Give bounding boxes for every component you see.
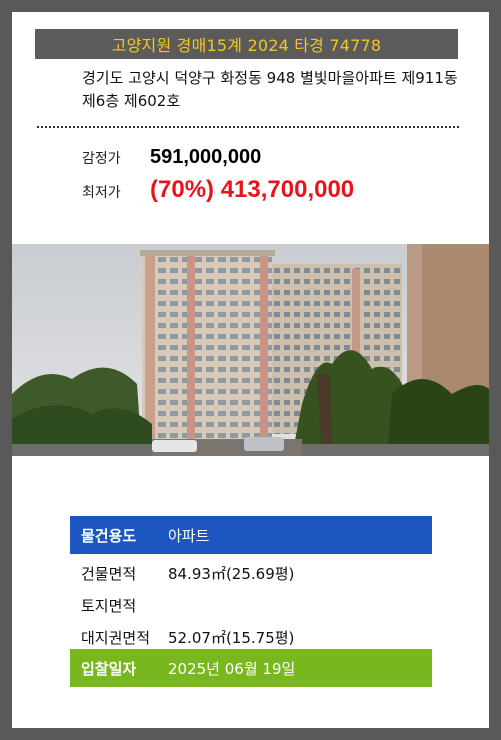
apartment-photo — [12, 244, 489, 456]
case-title-bar: 고양지원 경매15계 2024 타경 74778 — [35, 29, 458, 59]
appraisal-value: 591,000,000 — [150, 146, 262, 168]
appraisal-label: 감정가 — [82, 151, 121, 167]
dotted-divider — [37, 126, 459, 128]
building-area-value: 84.93㎡(25.69평) — [168, 564, 295, 583]
minimum-price-label: 최저가 — [82, 185, 121, 201]
appraisal-row: 감정가 591,000,000 — [82, 146, 261, 169]
land-right-area-label: 대지권면적 — [81, 628, 151, 647]
building-area-label: 건물면적 — [81, 564, 137, 583]
minimum-price-row: 최저가 (70%) 413,700,000 — [82, 176, 354, 204]
bid-date-label: 입찰일자 — [81, 659, 137, 678]
minimum-price-value: (70%) 413,700,000 — [150, 176, 355, 203]
bid-date-row: 입찰일자 2025년 06월 19일 — [70, 649, 432, 687]
usage-label: 물건용도 — [81, 526, 137, 545]
land-right-area-value: 52.07㎡(15.75평) — [168, 628, 295, 647]
property-address: 경기도 고양시 덕양구 화정동 948 별빛마을아파트 제911동 제6층 제6… — [82, 69, 458, 110]
bid-date-value: 2025년 06월 19일 — [168, 659, 296, 678]
case-title: 고양지원 경매15계 2024 타경 74778 — [111, 36, 382, 55]
usage-value: 아파트 — [168, 526, 210, 545]
auction-card: 고양지원 경매15계 2024 타경 74778 경기도 고양시 덕양구 화정동… — [12, 12, 489, 728]
land-area-label: 토지면적 — [81, 596, 137, 615]
usage-row: 물건용도 아파트 — [70, 516, 432, 554]
